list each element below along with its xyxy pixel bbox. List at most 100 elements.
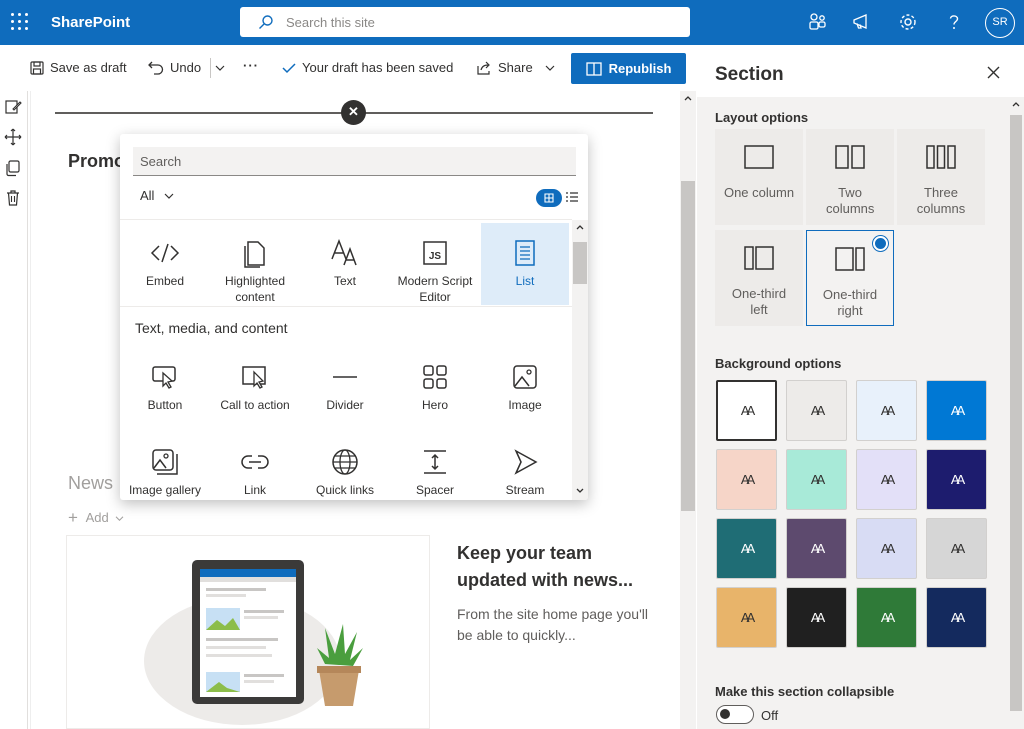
gear-icon[interactable] bbox=[897, 11, 919, 33]
web-part-call-to-action[interactable]: Call to action bbox=[211, 347, 299, 429]
picker-filter-dropdown[interactable]: All bbox=[140, 188, 174, 203]
web-part-label: Link bbox=[243, 483, 266, 497]
web-part-link[interactable]: Link bbox=[211, 432, 299, 500]
duplicate-icon[interactable] bbox=[4, 159, 22, 177]
picker-search-input[interactable]: Search bbox=[133, 147, 576, 176]
web-part-image[interactable]: Image bbox=[481, 347, 569, 429]
layout-label: One-third right bbox=[822, 287, 878, 318]
add-news-button[interactable]: + Add bbox=[68, 507, 124, 527]
background-option[interactable]: AA bbox=[926, 587, 987, 648]
background-option[interactable]: AA bbox=[716, 518, 777, 579]
background-option[interactable]: AA bbox=[716, 449, 777, 510]
web-part-spacer[interactable]: Spacer bbox=[391, 432, 479, 500]
more-options-button[interactable]: ··· bbox=[243, 58, 259, 73]
web-part-divider[interactable]: Divider bbox=[301, 347, 389, 429]
plus-icon: + bbox=[68, 508, 78, 527]
user-avatar[interactable]: SR bbox=[985, 8, 1015, 38]
republish-button[interactable]: Republish bbox=[571, 53, 686, 84]
background-option[interactable]: AA bbox=[926, 380, 987, 441]
background-option[interactable]: AA bbox=[926, 449, 987, 510]
collapsible-toggle[interactable] bbox=[716, 705, 754, 724]
layout-label: One column bbox=[723, 185, 795, 200]
scroll-up-icon[interactable] bbox=[576, 224, 584, 230]
web-part-highlighted-content[interactable]: Highlighted content bbox=[211, 223, 299, 305]
move-icon[interactable] bbox=[4, 128, 22, 146]
background-option[interactable]: AA bbox=[786, 380, 847, 441]
layout-one-third-left[interactable]: One-third left bbox=[715, 230, 803, 326]
undo-button[interactable]: Undo bbox=[148, 60, 201, 75]
scroll-up-icon[interactable] bbox=[684, 95, 692, 101]
web-part-stream[interactable]: Stream bbox=[481, 432, 569, 500]
republish-label: Republish bbox=[608, 61, 672, 76]
add-label: Add bbox=[85, 510, 109, 525]
scroll-down-icon[interactable] bbox=[576, 488, 584, 494]
background-option[interactable]: AA bbox=[716, 380, 777, 441]
canvas-scroll-thumb[interactable] bbox=[681, 181, 695, 511]
save-icon bbox=[30, 60, 44, 75]
list-view-icon[interactable] bbox=[566, 191, 578, 203]
chevron-down-icon bbox=[164, 193, 174, 199]
toggle-state-label: Off bbox=[761, 708, 779, 723]
web-part-modern-script-editor[interactable]: JS Modern Script Editor bbox=[391, 223, 479, 305]
close-picker-button[interactable]: ✕ bbox=[341, 100, 366, 125]
canvas-scrollbar[interactable] bbox=[680, 91, 696, 729]
web-part-image-gallery[interactable]: Image gallery bbox=[121, 432, 209, 500]
globe-icon bbox=[332, 449, 358, 475]
site-search-box[interactable]: Search this site bbox=[240, 7, 690, 37]
background-option[interactable]: AA bbox=[786, 449, 847, 510]
layout-one-third-right[interactable]: One-third right bbox=[806, 230, 894, 326]
grid-view-toggle[interactable] bbox=[536, 189, 562, 207]
web-part-list[interactable]: List bbox=[481, 223, 569, 305]
web-part-text[interactable]: Text bbox=[301, 223, 389, 305]
panel-scrollbar[interactable] bbox=[1008, 97, 1024, 729]
share-button[interactable]: Share bbox=[477, 60, 555, 75]
background-sample-text: AA bbox=[740, 403, 755, 418]
web-part-button[interactable]: Button bbox=[121, 347, 209, 429]
save-as-draft-button[interactable]: Save as draft bbox=[30, 60, 127, 75]
teams-icon[interactable] bbox=[806, 11, 828, 33]
share-icon bbox=[477, 61, 490, 75]
background-option[interactable]: AA bbox=[856, 380, 917, 441]
background-sample-text: AA bbox=[810, 403, 825, 418]
picker-scrollbar[interactable] bbox=[572, 220, 588, 500]
save-as-draft-label: Save as draft bbox=[50, 60, 127, 75]
panel-scroll-thumb[interactable] bbox=[1010, 115, 1022, 711]
background-option[interactable]: AA bbox=[716, 587, 777, 648]
chevron-down-icon[interactable] bbox=[215, 64, 225, 72]
scroll-up-icon[interactable] bbox=[1012, 101, 1020, 107]
layout-one-column[interactable]: One column bbox=[715, 129, 803, 225]
web-part-label: Text bbox=[333, 274, 356, 288]
brand-name[interactable]: SharePoint bbox=[51, 14, 130, 31]
chevron-down-icon bbox=[115, 516, 124, 521]
background-sample-text: AA bbox=[740, 541, 755, 556]
background-option[interactable]: AA bbox=[856, 449, 917, 510]
news-description: From the site home page you'll be able t… bbox=[457, 606, 648, 643]
web-part-label: List bbox=[515, 274, 535, 288]
chevron-down-icon bbox=[545, 65, 555, 71]
web-part-label: Embed bbox=[145, 274, 185, 288]
web-part-quick-links[interactable]: Quick links bbox=[301, 432, 389, 500]
close-icon[interactable] bbox=[987, 66, 1000, 79]
web-part-embed[interactable]: Embed bbox=[121, 223, 209, 305]
section-toolbar bbox=[0, 91, 28, 729]
layout-two-columns[interactable]: Two columns bbox=[806, 129, 894, 225]
help-icon[interactable] bbox=[943, 11, 965, 33]
edit-section-icon[interactable] bbox=[4, 98, 22, 116]
background-option[interactable]: AA bbox=[856, 518, 917, 579]
delete-icon[interactable] bbox=[4, 189, 22, 207]
web-part-hero[interactable]: Hero bbox=[391, 347, 479, 429]
layout-three-columns[interactable]: Three columns bbox=[897, 129, 985, 225]
top-bar: SharePoint Search this site SR bbox=[0, 0, 1024, 45]
megaphone-icon[interactable] bbox=[851, 11, 873, 33]
web-part-label: Call to action bbox=[220, 398, 290, 412]
background-option[interactable]: AA bbox=[926, 518, 987, 579]
hero-icon bbox=[423, 365, 447, 389]
background-sample-text: AA bbox=[880, 541, 895, 556]
app-launcher-icon[interactable] bbox=[10, 12, 30, 32]
picker-scroll-thumb[interactable] bbox=[573, 242, 587, 284]
background-option[interactable]: AA bbox=[856, 587, 917, 648]
news-heading[interactable]: News bbox=[68, 473, 113, 494]
background-option[interactable]: AA bbox=[786, 587, 847, 648]
two-columns-icon bbox=[835, 145, 865, 169]
background-option[interactable]: AA bbox=[786, 518, 847, 579]
